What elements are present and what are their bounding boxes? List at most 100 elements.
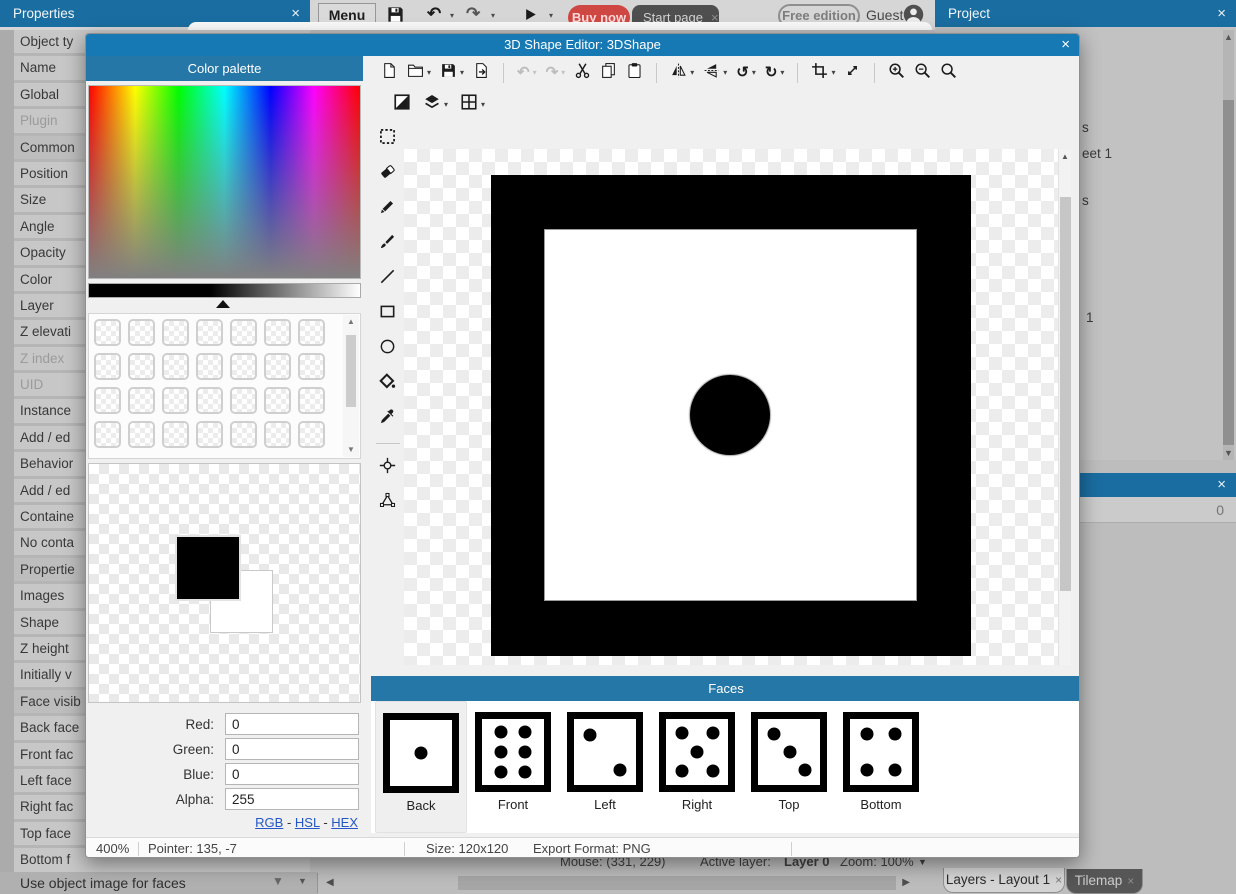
scrollbar-thumb[interactable] — [1223, 100, 1234, 445]
properties-footer-row[interactable]: Use object image for faces — [0, 872, 318, 894]
line-tool[interactable] — [379, 268, 396, 290]
zoom-out-button[interactable] — [914, 62, 931, 84]
color-swatch[interactable] — [298, 421, 325, 448]
zoom-reset-button[interactable] — [940, 62, 957, 84]
undo-button[interactable]: ↶▾ — [517, 64, 537, 81]
crop-button[interactable]: ▾ — [811, 62, 835, 84]
mesh-tool[interactable] — [379, 492, 396, 514]
color-swatch[interactable] — [298, 319, 325, 346]
resize-button[interactable] — [844, 62, 861, 84]
color-swatch[interactable] — [162, 319, 189, 346]
hex-link[interactable]: HEX — [331, 815, 358, 830]
value-slider-marker[interactable] — [216, 300, 230, 308]
open-button[interactable]: ▾ — [407, 62, 431, 84]
color-swatch[interactable] — [94, 421, 121, 448]
save-button[interactable]: ▾ — [440, 62, 464, 84]
brush-tool[interactable] — [379, 233, 396, 255]
horizontal-scrollbar[interactable]: ◀ ▶ — [318, 872, 940, 894]
redo-dropdown-icon[interactable]: ▾ — [491, 11, 495, 20]
color-swatch[interactable] — [196, 319, 223, 346]
color-swatch[interactable] — [94, 387, 121, 414]
project-tree-item[interactable]: s — [1082, 120, 1089, 135]
color-swatch[interactable] — [162, 421, 189, 448]
color-swatch[interactable] — [230, 319, 257, 346]
color-swatch[interactable] — [128, 387, 155, 414]
flip-button[interactable]: ▾ — [703, 62, 727, 84]
mirror-button[interactable]: ▾ — [670, 62, 694, 84]
color-swatch[interactable] — [298, 387, 325, 414]
color-swatch[interactable] — [162, 387, 189, 414]
color-swatch[interactable] — [94, 353, 121, 380]
undo-icon[interactable]: ↶ — [427, 5, 441, 22]
origin-tool[interactable] — [379, 457, 396, 479]
scroll-right-icon[interactable]: ▶ — [902, 877, 910, 888]
fill-tool[interactable] — [379, 373, 396, 395]
close-icon[interactable]: × — [1217, 0, 1226, 27]
tab-tilemap[interactable]: Tilemap× — [1066, 869, 1143, 894]
green-field[interactable] — [225, 738, 359, 760]
color-swatch[interactable] — [128, 421, 155, 448]
alpha-field[interactable] — [225, 788, 359, 810]
chevron-down-icon[interactable]: ▾ — [831, 68, 835, 77]
editor-canvas[interactable]: ▲ — [404, 149, 1071, 665]
chevron-down-icon[interactable]: ▾ — [444, 100, 448, 109]
hsl-link[interactable]: HSL — [295, 815, 320, 830]
face-item-bottom[interactable]: Bottom — [835, 701, 927, 833]
zoom-in-button[interactable] — [888, 62, 905, 84]
color-swatch[interactable] — [230, 353, 257, 380]
project-tree-item[interactable]: 1 — [1086, 310, 1094, 325]
color-swatch[interactable] — [230, 387, 257, 414]
tab-close-icon[interactable]: × — [1127, 874, 1134, 888]
face-item-back[interactable]: Back — [375, 701, 467, 833]
red-field[interactable] — [225, 713, 359, 735]
face-item-front[interactable]: Front — [467, 701, 559, 833]
new-button[interactable] — [381, 62, 398, 84]
chevron-down-icon[interactable]: ▾ — [723, 68, 727, 77]
project-tree-item[interactable]: eet 1 — [1082, 146, 1112, 161]
cut-button[interactable] — [574, 62, 591, 84]
swatch-scrollbar[interactable]: ▲ ▼ — [343, 315, 359, 457]
color-swatch[interactable] — [128, 353, 155, 380]
color-swatch[interactable] — [230, 421, 257, 448]
rotate-anticlockwise-button[interactable]: ↺▾ — [736, 64, 756, 81]
chevron-down-icon[interactable]: ▾ — [460, 68, 464, 77]
chevron-down-icon[interactable]: ▼ — [298, 876, 307, 886]
background-color-button[interactable] — [393, 93, 411, 116]
color-gradient-picker[interactable] — [88, 85, 361, 279]
value-slider[interactable] — [88, 283, 361, 298]
undo-dropdown-icon[interactable]: ▾ — [450, 11, 454, 20]
canvas-scrollbar[interactable]: ▲ — [1058, 149, 1071, 665]
color-swatch[interactable] — [162, 353, 189, 380]
color-swatch[interactable] — [196, 421, 223, 448]
face-item-top[interactable]: Top — [743, 701, 835, 833]
chevron-down-icon[interactable]: ▾ — [690, 68, 694, 77]
face-item-right[interactable]: Right — [651, 701, 743, 833]
color-swatch[interactable] — [264, 353, 291, 380]
close-icon[interactable]: × — [1061, 34, 1070, 56]
chevron-down-icon[interactable]: ▾ — [427, 68, 431, 77]
chevron-down-icon[interactable]: ▾ — [752, 68, 756, 77]
color-swatch[interactable] — [94, 319, 121, 346]
foreground-color-swatch[interactable] — [177, 537, 239, 599]
scroll-up-icon[interactable]: ▲ — [347, 317, 355, 326]
redo-icon[interactable]: ↷ — [466, 5, 480, 22]
chevron-down-icon[interactable]: ▾ — [481, 100, 485, 109]
chevron-down-icon[interactable]: ▾ — [561, 68, 565, 77]
project-tree-item[interactable]: s — [1082, 193, 1089, 208]
redo-button[interactable]: ↷▾ — [546, 64, 566, 81]
close-icon[interactable]: × — [1217, 473, 1226, 497]
scroll-up-icon[interactable]: ▲ — [1061, 152, 1069, 161]
color-swatch[interactable] — [264, 319, 291, 346]
scrollbar-thumb[interactable] — [1060, 197, 1071, 591]
tab-layers-layout-1[interactable]: Layers - Layout 1× — [943, 868, 1065, 893]
rectangle-tool[interactable] — [379, 303, 396, 325]
rotate-clockwise-button[interactable]: ↻▾ — [765, 64, 785, 81]
erase-tool[interactable] — [379, 163, 396, 185]
play-dropdown-icon[interactable]: ▾ — [549, 11, 553, 20]
face-item-left[interactable]: Left — [559, 701, 651, 833]
color-swatch[interactable] — [298, 353, 325, 380]
eyedropper-tool[interactable] — [379, 408, 396, 430]
rgb-link[interactable]: RGB — [255, 815, 283, 830]
layers-button[interactable]: ▾ — [423, 93, 448, 116]
scroll-left-icon[interactable]: ◀ — [326, 877, 334, 888]
